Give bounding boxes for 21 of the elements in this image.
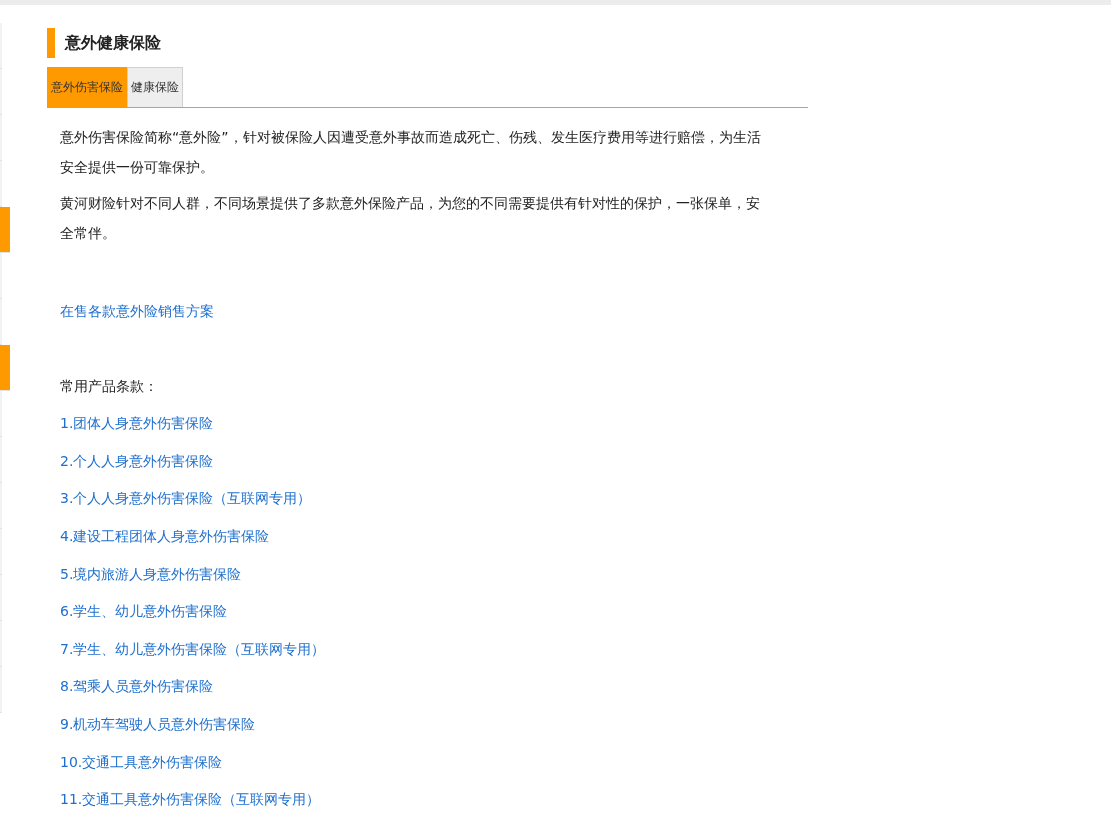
product-link[interactable]: 10.交通工具意外伤害保险 [60,750,223,773]
title-accent-bar [47,28,55,58]
product-link[interactable]: 9.机动车驾驶人员意外伤害保险 [60,712,256,735]
product-link[interactable]: 2.个人人身意外伤害保险 [60,449,214,472]
product-link[interactable]: 6.学生、幼儿意外伤害保险 [60,600,228,623]
product-link[interactable]: 4.建设工程团体人身意外伤害保险 [60,524,270,547]
tab[interactable]: 健康保险 [127,67,183,107]
description-paragraph: 意外伤害保险简称“意外险”，针对被保险人因遭受意外事故而造成死亡、伤残、发生医疗费用等进行赔偿，为生活安全提供一份可靠保护。 [60,128,762,177]
side-tab[interactable] [0,345,10,391]
product-link[interactable]: 7.学生、幼儿意外伤害保险（互联网专用） [60,637,326,660]
products-label: 常用产品条款： [60,377,158,394]
sales-plan-link[interactable]: 在售各款意外险销售方案 [60,300,214,322]
product-link[interactable]: 1.团体人身意外伤害保险 [60,412,214,435]
side-tab[interactable] [0,207,10,253]
product-link[interactable]: 5.境内旅游人身意外伤害保险 [60,562,242,585]
description-paragraph: 黄河财险针对不同人群，不同场景提供了多款意外保险产品，为您的不同需要提供有针对性的保护，一张保单，安全常伴。 [60,194,761,243]
product-link[interactable]: 11.交通工具意外伤害保险（互联网专用） [60,788,321,811]
section-title: 意外健康保险 [65,32,161,54]
product-link[interactable]: 3.个人人身意外伤害保险（互联网专用） [60,487,312,510]
product-link[interactable]: 8.驾乘人员意外伤害保险 [60,675,214,698]
tab[interactable]: 意外伤害保险 [47,67,127,107]
